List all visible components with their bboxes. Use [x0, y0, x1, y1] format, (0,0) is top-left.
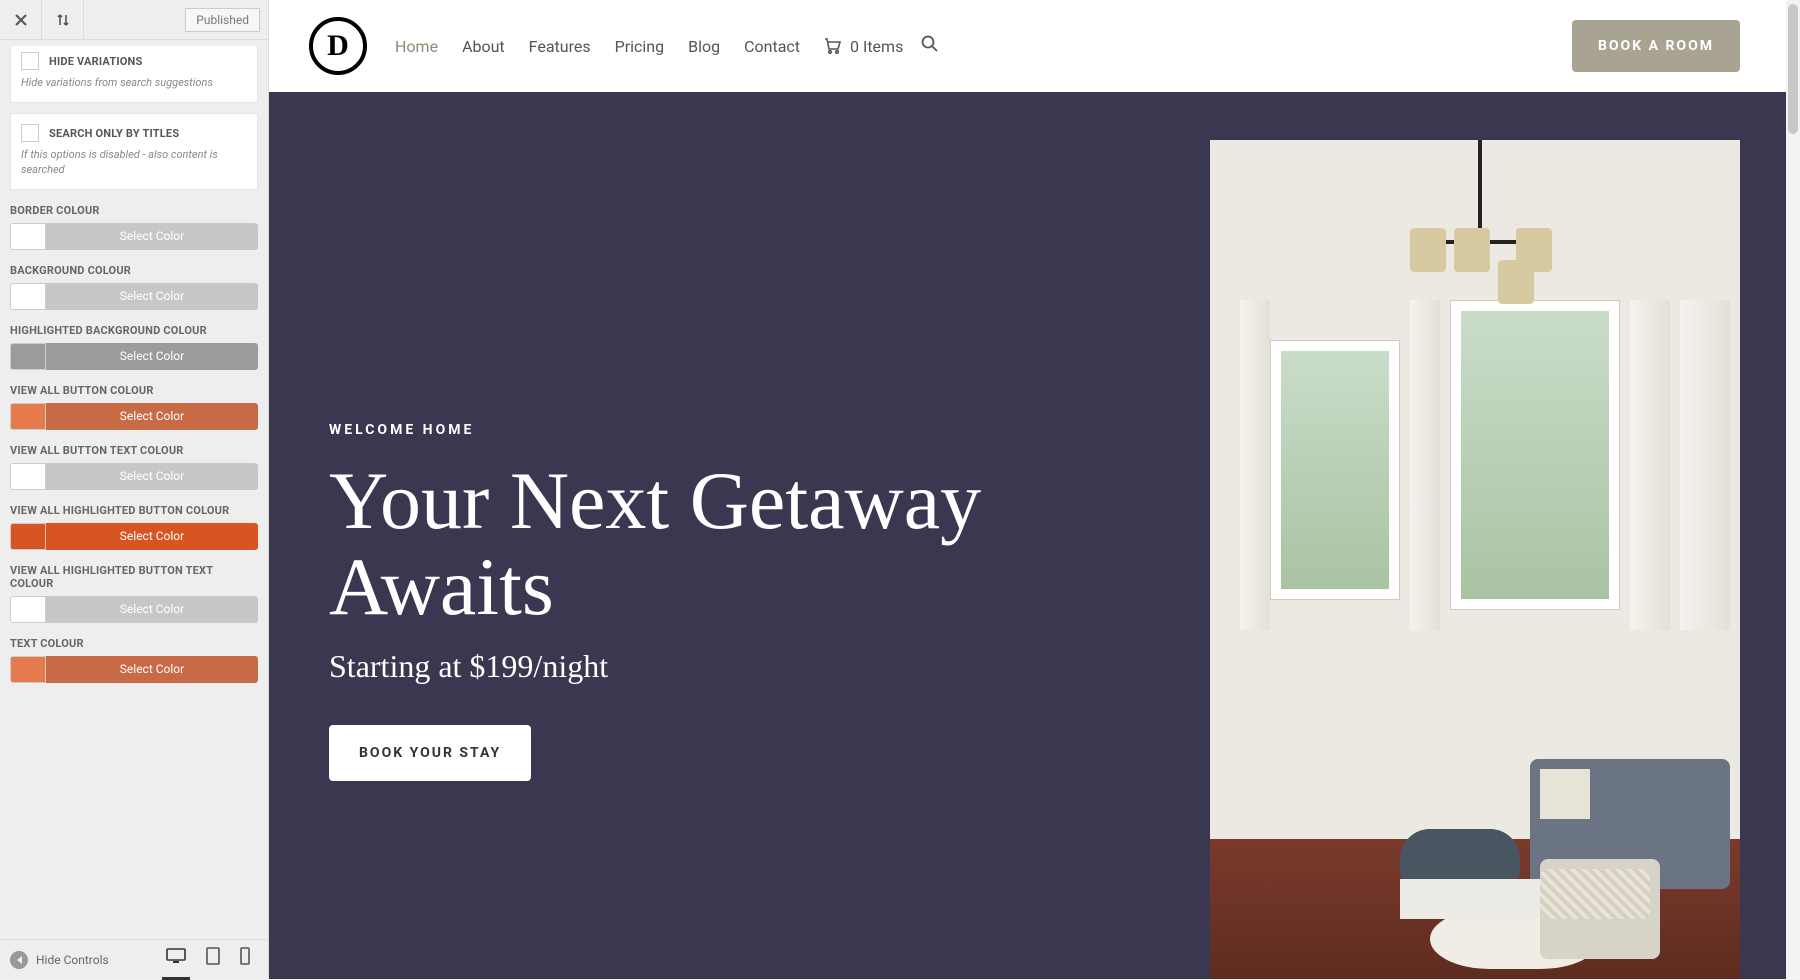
- device-tablet[interactable]: [206, 947, 220, 973]
- nav-item-features[interactable]: Features: [529, 37, 591, 56]
- hero-section: WELCOME HOME Your Next Getaway Awaits St…: [269, 92, 1800, 979]
- nav-item-about[interactable]: About: [462, 37, 505, 56]
- select-color-button[interactable]: Select Color: [46, 523, 258, 550]
- hero-headline: Your Next Getaway Awaits: [329, 458, 995, 630]
- color-option-2: HIGHLIGHTED BACKGROUND COLOUR Select Col…: [10, 324, 258, 370]
- color-label: VIEW ALL HIGHLIGHTED BUTTON COLOUR: [10, 504, 258, 517]
- publish-status[interactable]: Published: [185, 8, 260, 32]
- search-icon[interactable]: [921, 35, 939, 57]
- select-color-button[interactable]: Select Color: [46, 596, 258, 623]
- cart-count: 0 Items: [850, 37, 903, 56]
- cart-link[interactable]: 0 Items: [824, 37, 903, 56]
- hide-controls-button[interactable]: Hide Controls: [36, 953, 109, 967]
- color-swatch[interactable]: [10, 523, 46, 550]
- color-swatch[interactable]: [10, 283, 46, 310]
- book-room-button[interactable]: BOOK A ROOM: [1572, 20, 1740, 72]
- color-label: VIEW ALL BUTTON COLOUR: [10, 384, 258, 397]
- sidebar-footer: Hide Controls: [0, 939, 268, 979]
- checkbox-hide-variations[interactable]: [21, 52, 39, 70]
- sidebar-header: Published: [0, 0, 268, 40]
- desc-hide-variations: Hide variations from search suggestions: [21, 76, 247, 90]
- color-swatch[interactable]: [10, 463, 46, 490]
- nav-item-pricing[interactable]: Pricing: [615, 37, 665, 56]
- select-color-button[interactable]: Select Color: [46, 463, 258, 490]
- device-mobile[interactable]: [240, 947, 250, 973]
- color-option-0: BORDER COLOUR Select Color: [10, 204, 258, 250]
- preview-pane: D Home About Features Pricing Blog Contact 0 …: [269, 0, 1800, 979]
- color-label: TEXT COLOUR: [10, 637, 258, 650]
- color-option-4: VIEW ALL BUTTON TEXT COLOUR Select Color: [10, 444, 258, 490]
- checkbox-search-titles[interactable]: [21, 124, 39, 142]
- color-option-5: VIEW ALL HIGHLIGHTED BUTTON COLOUR Selec…: [10, 504, 258, 550]
- color-label: VIEW ALL HIGHLIGHTED BUTTON TEXT COLOUR: [10, 564, 258, 590]
- sidebar-body[interactable]: HIDE VARIATIONS Hide variations from sea…: [0, 40, 268, 979]
- label-hide-variations: HIDE VARIATIONS: [49, 55, 142, 68]
- device-desktop[interactable]: [166, 948, 186, 972]
- hero-subhead: Starting at $199/night: [329, 648, 995, 685]
- site-nav: D Home About Features Pricing Blog Contact 0 …: [269, 0, 1800, 92]
- nav-item-contact[interactable]: Contact: [744, 37, 800, 56]
- color-option-6: VIEW ALL HIGHLIGHTED BUTTON TEXT COLOUR …: [10, 564, 258, 623]
- nav-item-blog[interactable]: Blog: [688, 37, 720, 56]
- select-color-button[interactable]: Select Color: [46, 283, 258, 310]
- preview-scrollbar[interactable]: [1786, 0, 1800, 979]
- color-swatch[interactable]: [10, 343, 46, 370]
- hero-image: [1210, 140, 1740, 979]
- cart-icon: [824, 38, 842, 54]
- close-button[interactable]: [0, 0, 42, 40]
- color-option-7: TEXT COLOUR Select Color: [10, 637, 258, 683]
- color-label: HIGHLIGHTED BACKGROUND COLOUR: [10, 324, 258, 337]
- color-option-1: BACKGROUND COLOUR Select Color: [10, 264, 258, 310]
- desc-search-titles: If this options is disabled - also conte…: [21, 148, 247, 177]
- hero-eyebrow: WELCOME HOME: [329, 422, 995, 438]
- color-option-3: VIEW ALL BUTTON COLOUR Select Color: [10, 384, 258, 430]
- site-logo[interactable]: D: [309, 17, 367, 75]
- label-search-titles: SEARCH ONLY BY TITLES: [49, 127, 179, 140]
- select-color-button[interactable]: Select Color: [46, 656, 258, 683]
- option-hide-variations: HIDE VARIATIONS Hide variations from sea…: [10, 46, 258, 103]
- collapse-icon[interactable]: [10, 951, 28, 969]
- option-search-titles: SEARCH ONLY BY TITLES If this options is…: [10, 113, 258, 190]
- color-swatch[interactable]: [10, 656, 46, 683]
- select-color-button[interactable]: Select Color: [46, 223, 258, 250]
- select-color-button[interactable]: Select Color: [46, 343, 258, 370]
- reorder-button[interactable]: [42, 0, 84, 40]
- color-label: BACKGROUND COLOUR: [10, 264, 258, 277]
- color-swatch[interactable]: [10, 403, 46, 430]
- book-stay-button[interactable]: BOOK YOUR STAY: [329, 725, 531, 781]
- color-swatch[interactable]: [10, 223, 46, 250]
- nav-item-home[interactable]: Home: [395, 37, 438, 56]
- select-color-button[interactable]: Select Color: [46, 403, 258, 430]
- color-label: VIEW ALL BUTTON TEXT COLOUR: [10, 444, 258, 457]
- color-label: BORDER COLOUR: [10, 204, 258, 217]
- customizer-sidebar: Published HIDE VARIATIONS Hide variation…: [0, 0, 269, 979]
- color-swatch[interactable]: [10, 596, 46, 623]
